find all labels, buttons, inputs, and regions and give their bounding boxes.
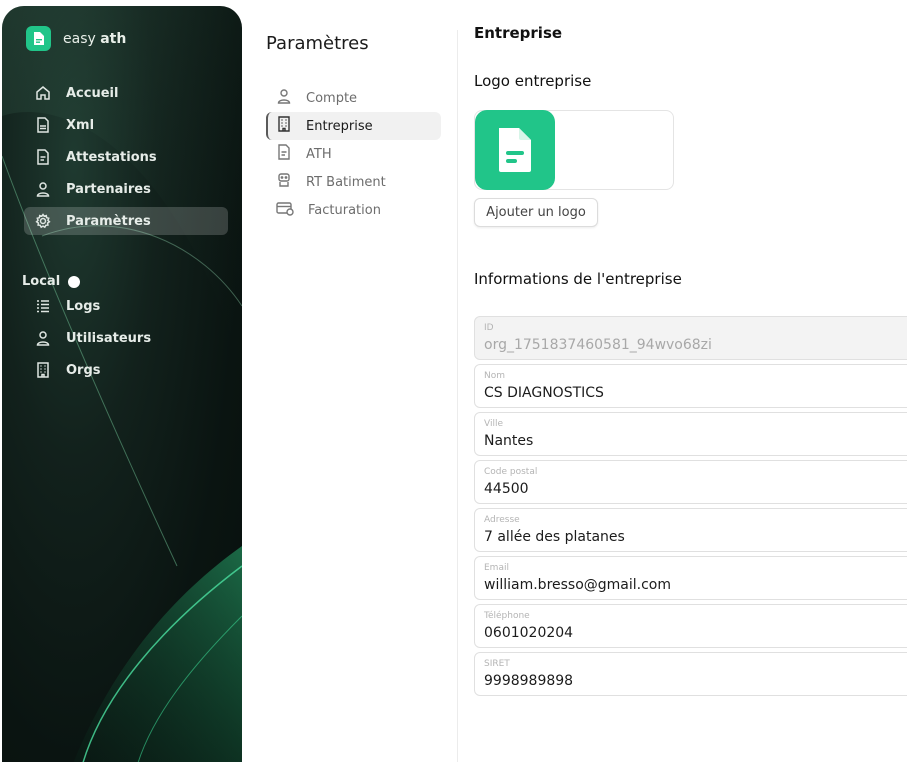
gear-icon [34, 212, 52, 230]
settings-menu: Compte Entreprise ATH RT Batiment Factur… [266, 84, 441, 224]
document-icon [34, 148, 52, 166]
field-label: Email [484, 563, 509, 573]
settings-menu-compte[interactable]: Compte [266, 84, 441, 112]
field-label: Code postal [484, 467, 538, 477]
brand-name: easy ath [63, 31, 126, 47]
logo-section-heading: Logo entreprise [474, 72, 592, 90]
city-field[interactable]: Ville Nantes [474, 412, 907, 456]
admin-nav: Logs Utilisateurs Orgs [24, 292, 228, 388]
sidebar-item-label: Attestations [66, 149, 157, 165]
field-label: Ville [484, 419, 503, 429]
sidebar-item-xml[interactable]: Xml [24, 111, 228, 139]
building-icon [34, 361, 52, 379]
phone-field[interactable]: Téléphone 0601020204 [474, 604, 907, 648]
settings-menu-entreprise[interactable]: Entreprise [266, 112, 441, 140]
field-value[interactable]: 7 allée des platanes [484, 529, 625, 545]
settings-menu-label: Facturation [308, 202, 381, 218]
document-icon [499, 128, 531, 172]
sidebar-item-logs[interactable]: Logs [24, 292, 228, 320]
sidebar-item-label: Xml [66, 117, 95, 133]
main-nav: Accueil Xml Attestations Partenaires Par… [24, 79, 228, 239]
user-icon [34, 329, 52, 347]
address-field[interactable]: Adresse 7 allée des platanes [474, 508, 907, 552]
toggle-knob [68, 275, 81, 288]
field-label: Téléphone [484, 611, 530, 621]
local-toggle-row: Local [22, 274, 86, 289]
siret-field[interactable]: SIRET 9998989898 [474, 652, 907, 696]
sidebar-item-partenaires[interactable]: Partenaires [24, 175, 228, 203]
sidebar: easy ath Accueil Xml Attestations Parten… [2, 6, 242, 762]
settings-menu-facturation[interactable]: Facturation [266, 196, 441, 224]
field-value[interactable]: CS DIAGNOSTICS [484, 385, 604, 401]
brand-name-light: easy [63, 30, 96, 47]
field-value: org_1751837460581_94wvo68zi [484, 337, 712, 353]
sidebar-item-orgs[interactable]: Orgs [24, 356, 228, 384]
field-value[interactable]: Nantes [484, 433, 533, 449]
name-field[interactable]: Nom CS DIAGNOSTICS [474, 364, 907, 408]
postal-code-field[interactable]: Code postal 44500 [474, 460, 907, 504]
sidebar-item-label: Utilisateurs [66, 330, 152, 346]
company-info-form: ID org_1751837460581_94wvo68zi Nom CS DI… [474, 316, 907, 700]
settings-menu-ath[interactable]: ATH [266, 140, 441, 168]
home-icon [34, 84, 52, 102]
company-info-heading: Informations de l'entreprise [474, 270, 682, 288]
sidebar-item-label: Accueil [66, 85, 119, 101]
email-field[interactable]: Email william.bresso@gmail.com [474, 556, 907, 600]
field-value[interactable]: 44500 [484, 481, 529, 497]
id-field: ID org_1751837460581_94wvo68zi [474, 316, 907, 360]
settings-menu-label: Entreprise [306, 118, 373, 134]
sidebar-item-label: Paramètres [66, 213, 151, 229]
sidebar-item-accueil[interactable]: Accueil [24, 79, 228, 107]
document-icon [276, 144, 292, 164]
company-logo-image [475, 110, 555, 190]
settings-menu-label: Compte [306, 90, 358, 106]
field-label: SIRET [484, 659, 510, 669]
local-label: Local [22, 274, 61, 289]
field-label: Adresse [484, 515, 520, 525]
building-icon [276, 116, 292, 136]
field-label: ID [484, 323, 494, 333]
brand[interactable]: easy ath [26, 26, 126, 51]
column-divider [457, 30, 458, 762]
sidebar-item-parametres[interactable]: Paramètres [24, 207, 228, 235]
add-logo-button[interactable]: Ajouter un logo [474, 198, 598, 227]
xml-file-icon [34, 116, 52, 134]
field-value[interactable]: 9998989898 [484, 673, 573, 689]
brand-logo-icon [26, 26, 51, 51]
list-icon [34, 297, 52, 315]
settings-menu-rt-batiment[interactable]: RT Batiment [266, 168, 441, 196]
brand-name-bold: ath [100, 30, 127, 47]
field-label: Nom [484, 371, 506, 381]
billing-card-icon [276, 200, 294, 220]
sidebar-item-label: Partenaires [66, 181, 151, 197]
field-value[interactable]: 0601020204 [484, 625, 573, 641]
field-value[interactable]: william.bresso@gmail.com [484, 577, 671, 593]
sidebar-item-label: Orgs [66, 362, 101, 378]
settings-title: Paramètres [266, 33, 369, 54]
user-icon [276, 88, 292, 108]
sidebar-item-utilisateurs[interactable]: Utilisateurs [24, 324, 228, 352]
robot-icon [276, 172, 292, 192]
sidebar-item-label: Logs [66, 298, 101, 314]
user-icon [34, 180, 52, 198]
local-toggle[interactable] [68, 275, 86, 288]
page-title: Entreprise [474, 24, 563, 42]
settings-menu-label: ATH [306, 146, 332, 162]
sidebar-item-attestations[interactable]: Attestations [24, 143, 228, 171]
settings-menu-label: RT Batiment [306, 174, 386, 190]
